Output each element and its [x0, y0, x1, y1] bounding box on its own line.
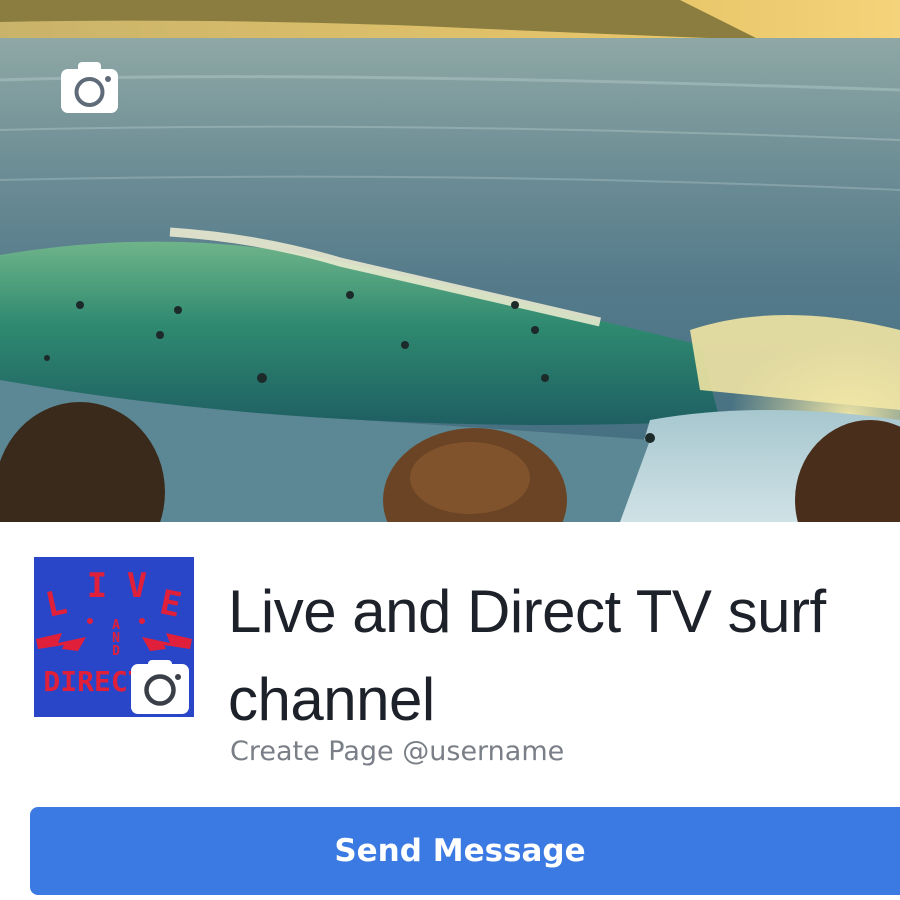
logo-letter-v: V: [127, 566, 147, 606]
camera-icon: [61, 62, 118, 113]
logo-letter-i: I: [87, 566, 107, 606]
create-page-link[interactable]: Create Page: [230, 736, 394, 767]
page-subline: Create Page @username: [230, 736, 564, 767]
username-link[interactable]: @username: [402, 736, 564, 767]
camera-icon: [131, 660, 189, 714]
page-title: Live and Direct TV surf channel: [228, 578, 826, 733]
logo-and-d: D: [112, 644, 120, 659]
cover-photo[interactable]: [0, 0, 900, 522]
surf-wave-image: [0, 0, 900, 522]
logo-bottom-text: DIRECT: [43, 665, 144, 698]
cover-camera-icon[interactable]: [60, 62, 119, 114]
profile-camera-button[interactable]: [131, 660, 189, 714]
send-message-button[interactable]: Send Message: [30, 807, 900, 895]
